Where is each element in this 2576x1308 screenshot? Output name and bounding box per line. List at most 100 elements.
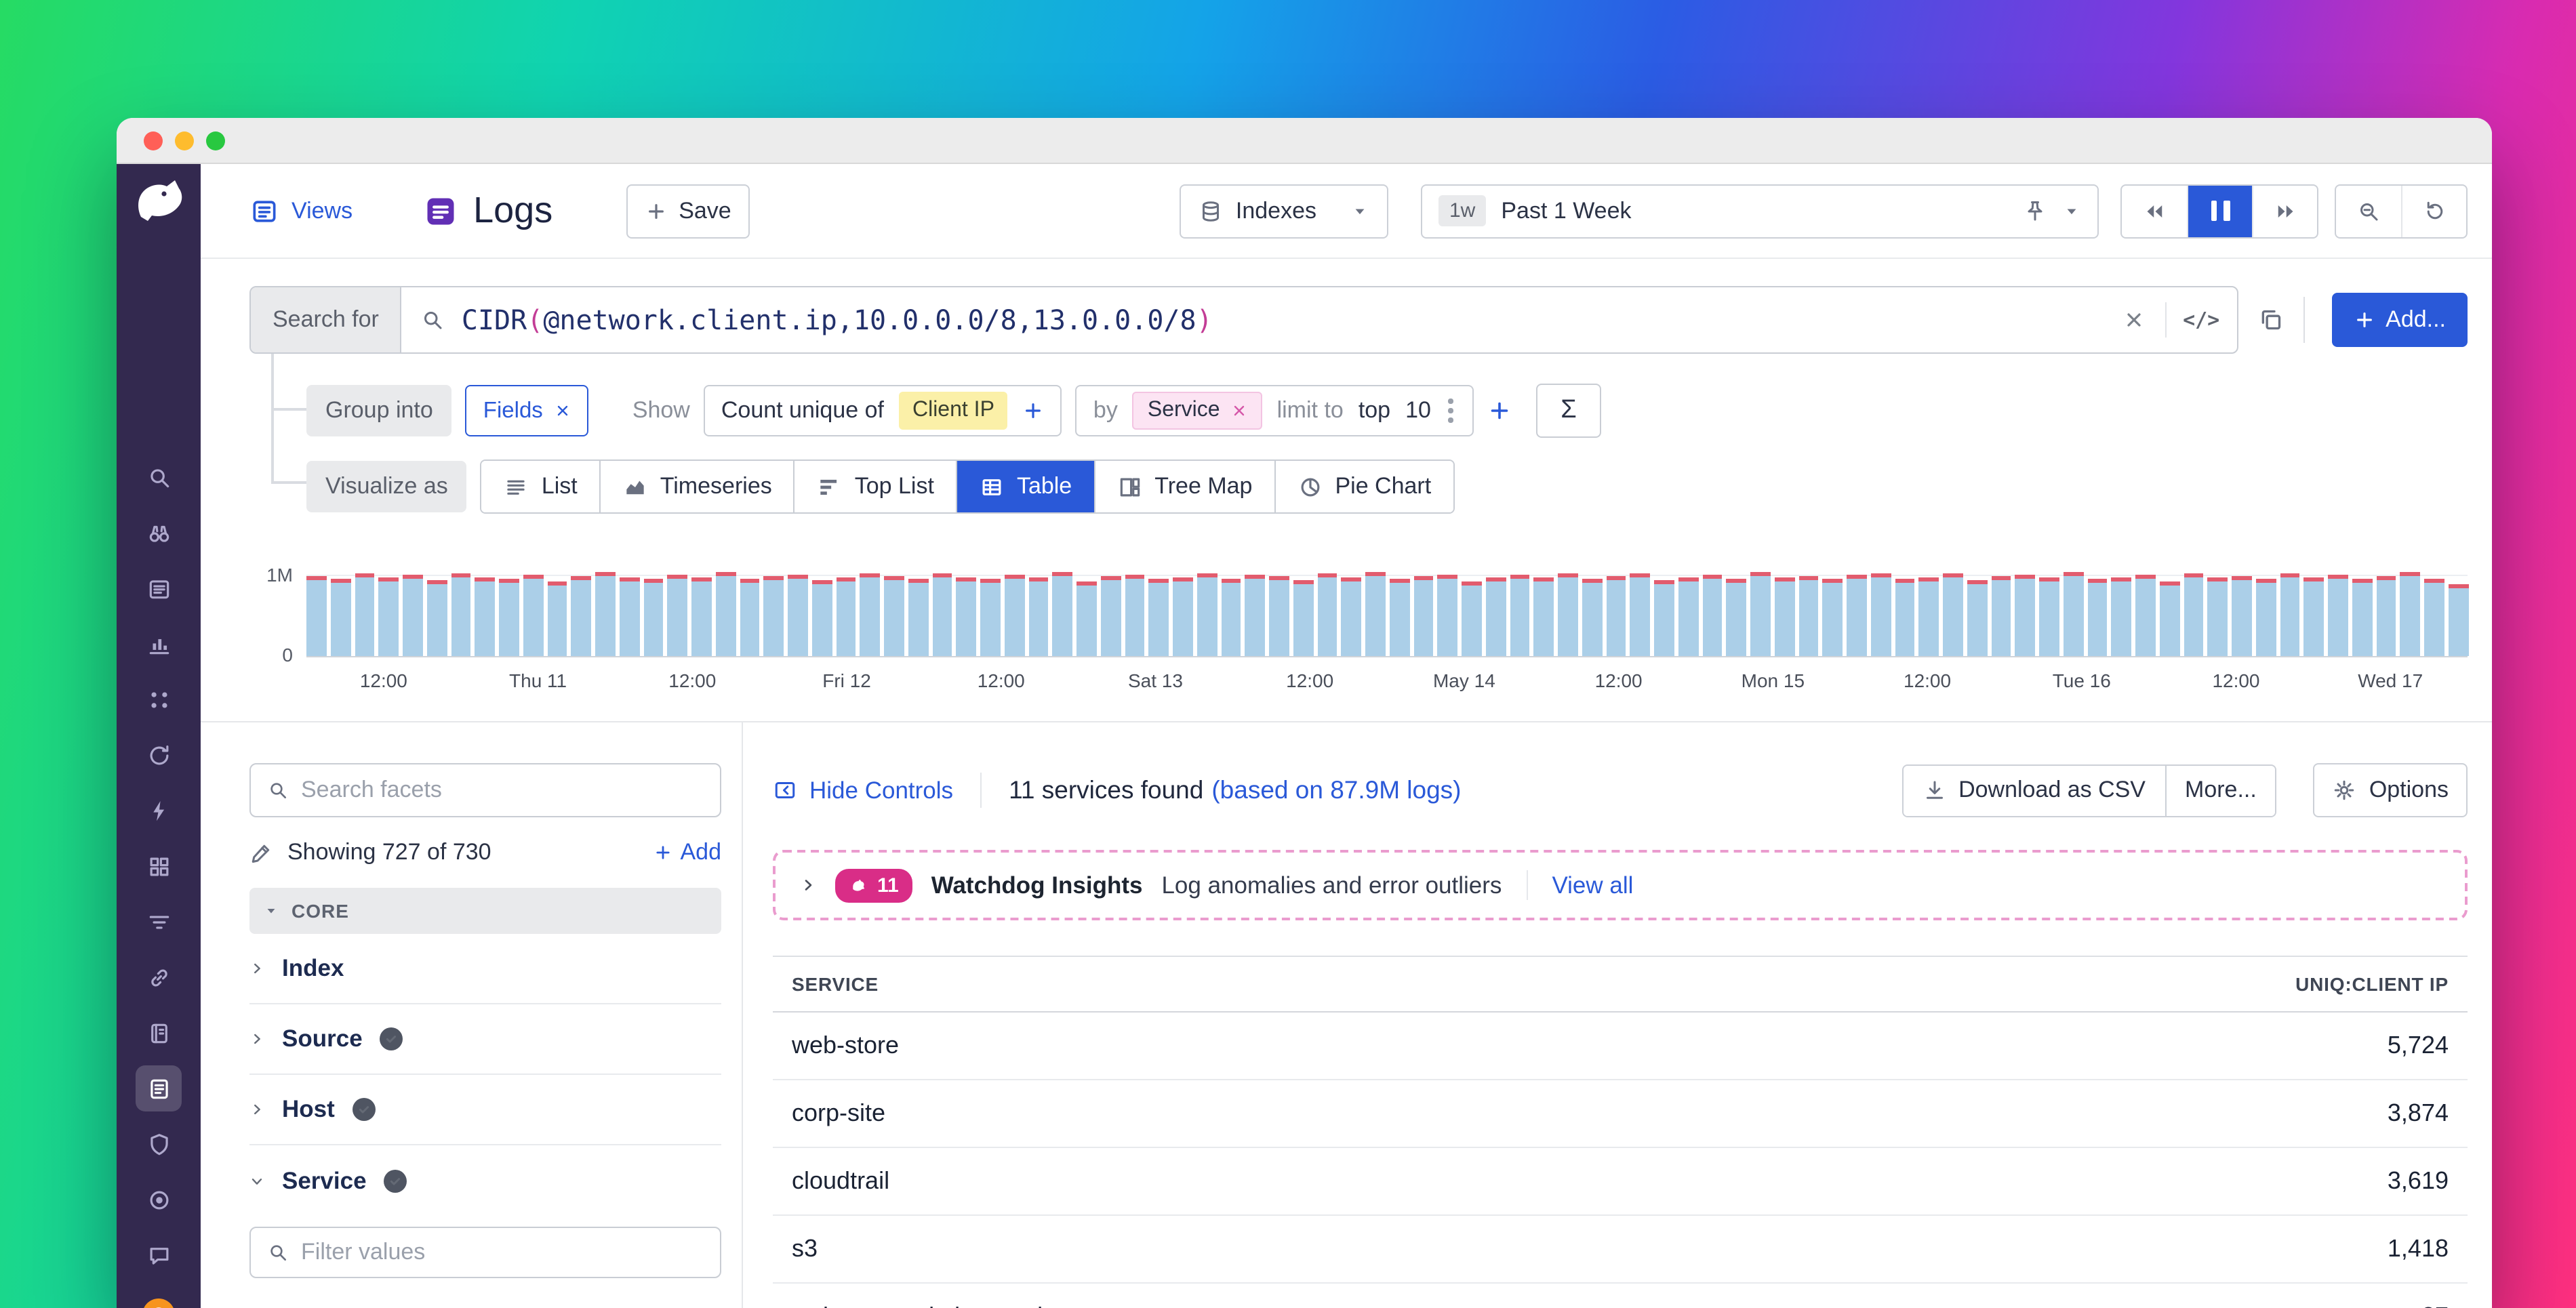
facet-service[interactable]: Service — [249, 1145, 721, 1216]
chart-bar[interactable] — [547, 581, 567, 656]
chart-bar[interactable] — [1871, 573, 1891, 656]
chart-bar[interactable] — [355, 573, 375, 656]
chart-bar[interactable] — [595, 572, 616, 656]
hide-controls-button[interactable]: Hide Controls — [773, 776, 953, 804]
table-row[interactable]: corp-site3,874 — [773, 1080, 2468, 1147]
chart-bar[interactable] — [1462, 581, 1482, 656]
chart-bar[interactable] — [1943, 573, 1963, 656]
raw-query-toggle[interactable]: </> — [2166, 287, 2236, 352]
sidebar-item-bars[interactable] — [136, 621, 182, 667]
sidebar-item-search[interactable] — [136, 454, 182, 500]
chart-bar[interactable] — [1558, 573, 1578, 656]
column-header-service[interactable]: SERVICE — [773, 956, 1793, 1012]
chart-bar[interactable] — [2352, 579, 2373, 656]
pin-icon[interactable] — [2023, 199, 2047, 223]
chart-bar[interactable] — [2376, 576, 2396, 656]
views-button[interactable]: Views — [249, 196, 353, 226]
chart-bar[interactable] — [932, 573, 952, 656]
chart-bar[interactable] — [2256, 579, 2276, 656]
clear-search-button[interactable] — [2102, 287, 2165, 352]
chart-bar[interactable] — [1750, 572, 1771, 656]
chart-bar[interactable] — [2232, 576, 2252, 656]
facet-section-core[interactable]: CORE — [249, 888, 721, 934]
chart-bar[interactable] — [1245, 575, 1266, 656]
chart-bar[interactable] — [836, 577, 856, 656]
remove-fields-icon[interactable] — [555, 403, 571, 419]
table-row[interactable]: s31,418 — [773, 1215, 2468, 1283]
chart-bar[interactable] — [668, 575, 688, 656]
chart-bar[interactable] — [1798, 576, 1819, 656]
chart-bar[interactable] — [1534, 577, 1554, 656]
chart-bar[interactable] — [2039, 577, 2059, 656]
chart-bar[interactable] — [860, 573, 881, 656]
sidebar-item-logs[interactable] — [136, 1065, 182, 1111]
search-query-input[interactable]: CIDR(@network.client.ip,10.0.0.0/8,13.0.… — [462, 304, 2102, 336]
chart-bar[interactable] — [2087, 579, 2108, 656]
limit-direction[interactable]: top — [1359, 397, 1390, 424]
search-bar[interactable]: Search for CIDR(@network.client.ip,10.0.… — [249, 286, 2238, 354]
chart-bar[interactable] — [1630, 573, 1651, 656]
client-ip-chip[interactable]: Client IP — [899, 392, 1008, 430]
chart-bar[interactable] — [1919, 577, 1939, 656]
sidebar-item-dots[interactable] — [136, 676, 182, 722]
chart-bar[interactable] — [620, 577, 640, 656]
remove-service-icon[interactable] — [1231, 403, 1247, 419]
chart-bar[interactable] — [2328, 575, 2348, 656]
chart-bar[interactable] — [2064, 571, 2084, 656]
chart-bar[interactable] — [2400, 572, 2421, 656]
sidebar-item-notebook[interactable] — [136, 1010, 182, 1056]
more-button[interactable]: More... — [2165, 765, 2276, 815]
sidebar-item-bolt[interactable] — [136, 788, 182, 834]
measure-selector[interactable]: Count unique of Client IP — [704, 385, 1062, 436]
chart-bar[interactable] — [1654, 580, 1674, 656]
add-measure-icon[interactable] — [1023, 400, 1045, 422]
facet-host[interactable]: Host — [249, 1075, 721, 1145]
chart-bar[interactable] — [812, 580, 832, 656]
sidebar-item-target[interactable] — [136, 1177, 182, 1223]
chart-bar[interactable] — [1221, 579, 1241, 656]
service-chip[interactable]: Service — [1133, 392, 1262, 430]
sidebar-item-help[interactable]: ? — [142, 1299, 175, 1308]
chart-bar[interactable] — [571, 576, 592, 656]
chart-bar[interactable] — [1149, 579, 1169, 656]
column-header-uniq-client-ip[interactable]: UNIQ:CLIENT IP — [1793, 956, 2468, 1012]
chart-plot-area[interactable]: 1M 0 — [306, 552, 2468, 657]
viz-option-timeseries[interactable]: Timeseries — [599, 461, 794, 512]
sidebar-item-shield[interactable] — [136, 1121, 182, 1167]
filter-values-input[interactable] — [301, 1239, 704, 1266]
chart-bar[interactable] — [884, 576, 904, 656]
traffic-light-close[interactable] — [144, 131, 163, 150]
chart-bar[interactable] — [1438, 575, 1458, 656]
chart-bar[interactable] — [1413, 576, 1434, 656]
chart-bar[interactable] — [716, 571, 736, 656]
chart-bar[interactable] — [2280, 573, 2300, 656]
chart-bar[interactable] — [2015, 575, 2036, 656]
table-row[interactable]: cloudtrail3,619 — [773, 1147, 2468, 1215]
chart-bar[interactable] — [451, 573, 471, 656]
chart-bar[interactable] — [1342, 577, 1362, 656]
chart-bar[interactable] — [1365, 571, 1386, 656]
chart-bar[interactable] — [1101, 576, 1121, 656]
chart-bar[interactable] — [1606, 576, 1626, 656]
chart-bar[interactable] — [1895, 579, 1915, 656]
chart-bar[interactable] — [1125, 575, 1145, 656]
chart-bar[interactable] — [740, 579, 760, 656]
chart-bar[interactable] — [1510, 575, 1530, 656]
chart-bar[interactable] — [1293, 580, 1314, 656]
chart-bar[interactable] — [1269, 576, 1289, 656]
chart-bar[interactable] — [306, 576, 327, 656]
zoom-out-button[interactable] — [2336, 185, 2401, 237]
chart-bar[interactable] — [499, 579, 519, 656]
chart-bar[interactable] — [2304, 577, 2325, 656]
facet-index[interactable]: Index — [249, 934, 721, 1004]
chart-bar[interactable] — [643, 579, 664, 656]
viz-option-toplist[interactable]: Top List — [794, 461, 956, 512]
chart-bar[interactable] — [331, 579, 351, 656]
options-button[interactable]: Options — [2314, 763, 2468, 817]
facet-search-input[interactable] — [301, 777, 704, 804]
sidebar-item-blocks[interactable] — [136, 843, 182, 889]
chart-bar[interactable] — [1005, 575, 1025, 656]
chart-bar[interactable] — [980, 579, 1001, 656]
chart-bar[interactable] — [1991, 576, 2011, 656]
jump-back-button[interactable] — [2122, 185, 2187, 237]
